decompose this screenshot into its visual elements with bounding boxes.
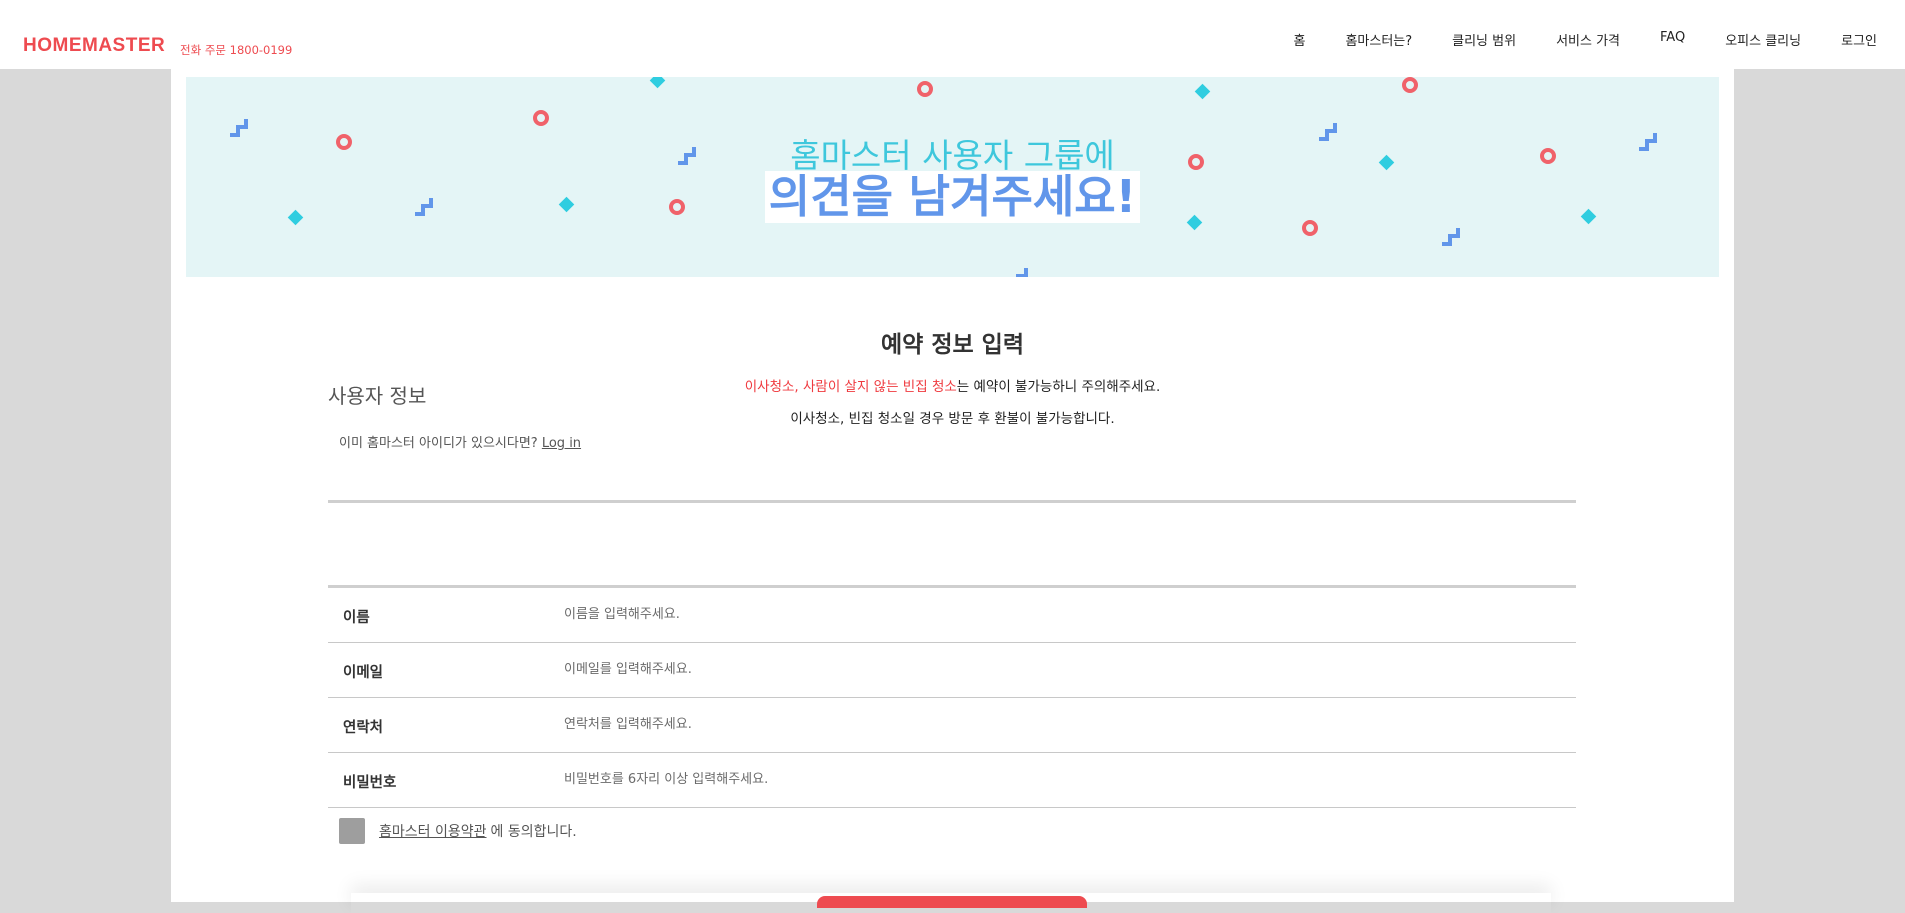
feedback-banner[interactable]: 홈마스터 사용자 그룹에 의견을 남겨주세요!: [186, 77, 1719, 277]
submit-button[interactable]: [817, 896, 1087, 908]
name-input[interactable]: [564, 600, 1544, 628]
password-label: 비밀번호: [343, 775, 397, 791]
section-divider: [328, 500, 1576, 503]
circle-decoration: [533, 110, 549, 126]
logo[interactable]: HOMEMASTER: [23, 35, 165, 57]
form-row-phone: 연락처: [328, 698, 1576, 753]
content-panel: 홈마스터 사용자 그룹에 의견을 남겨주세요! 예약 정보 입력 이사청소, 사…: [171, 69, 1734, 908]
nav-home[interactable]: 홈: [1293, 30, 1305, 49]
terms-agreement: 홈마스터 이용약관 에 동의합니다.: [339, 818, 577, 844]
top-header: HOMEMASTER 전화 주문 1800-0199 홈 홈마스터는? 클리닝 …: [0, 0, 1905, 69]
nav-about[interactable]: 홈마스터는?: [1345, 30, 1412, 49]
password-input[interactable]: [564, 765, 1544, 793]
login-link[interactable]: Log in: [542, 436, 581, 451]
name-label: 이름: [343, 610, 370, 626]
circle-decoration: [917, 81, 933, 97]
banner-title: 의견을 남겨주세요!: [764, 171, 1141, 223]
terms-checkbox[interactable]: [339, 818, 365, 844]
form-row-password: 비밀번호: [328, 753, 1576, 808]
main-nav: 홈 홈마스터는? 클리닝 범위 서비스 가격 FAQ 오피스 클리닝 로그인: [1253, 30, 1877, 49]
refund-note: 이사청소, 빈집 청소일 경우 방문 후 환불이 불가능합니다.: [790, 411, 1115, 427]
form-row-email: 이메일: [328, 643, 1576, 698]
reservation-title: 예약 정보 입력: [881, 332, 1024, 358]
terms-link[interactable]: 홈마스터 이용약관: [379, 821, 487, 841]
existing-account-prompt: 이미 홈마스터 아이디가 있으시다면? Log in: [339, 432, 581, 451]
phone-input[interactable]: [564, 710, 1544, 738]
phone-number: 전화 주문 1800-0199: [180, 43, 293, 57]
diamond-decoration: [649, 77, 666, 89]
terms-text: 에 동의합니다.: [490, 824, 577, 840]
warning-highlight: 이사청소, 사람이 살지 않는 빈집 청소: [744, 379, 957, 395]
existing-account-text: 이미 홈마스터 아이디가 있으시다면?: [339, 436, 538, 451]
phone-label: 연락처: [343, 720, 384, 736]
circle-decoration: [1402, 77, 1418, 93]
diamond-decoration: [1194, 83, 1211, 100]
stair-decoration: [1442, 228, 1460, 246]
nav-cleaning-scope[interactable]: 클리닝 범위: [1452, 30, 1516, 49]
email-label: 이메일: [343, 665, 384, 681]
form-row-name: 이름: [328, 588, 1576, 643]
nav-faq[interactable]: FAQ: [1660, 30, 1685, 49]
nav-login[interactable]: 로그인: [1841, 30, 1877, 49]
nav-service-price[interactable]: 서비스 가격: [1556, 30, 1620, 49]
stair-decoration: [1016, 268, 1028, 277]
nav-office-cleaning[interactable]: 오피스 클리닝: [1725, 30, 1801, 49]
user-info-title: 사용자 정보: [328, 384, 427, 408]
warning-text: 는 예약이 불가능하니 주의해주세요.: [956, 379, 1161, 395]
email-input[interactable]: [564, 655, 1544, 683]
